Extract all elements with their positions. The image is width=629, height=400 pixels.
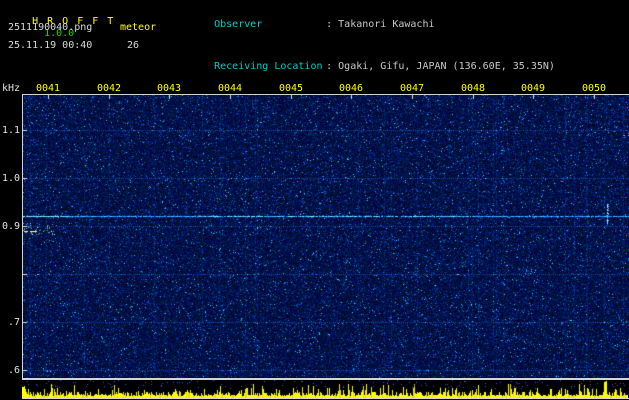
spectrogram-canvas [23,95,629,378]
info-label: Observer [214,19,263,30]
signal-level-frame [22,379,629,399]
mode-label: meteor [120,22,157,33]
info-value: : Takanori Kawachi [326,19,435,30]
datetime-line: 25.11.19 00:40 26 [0,40,178,88]
frequency-tick-label: .6 [7,365,20,376]
capture-filename: 2511190040.png [8,22,93,33]
info-row: Receiving Location: Ogaki, Gifu, JAPAN (… [178,46,555,88]
info-label: Receiving Location [214,61,323,72]
hrofft-window: H R O F F T 1.0.0 2511190040.png meteor … [0,0,629,400]
info-row: Observer : Takanori Kawachi [178,4,555,46]
frequency-tick-label: 1.1 [1,125,20,136]
frequency-tick-label: .7 [7,317,20,328]
frequency-tick-label: 1.0 [1,173,20,184]
signal-level-canvas [22,380,628,398]
spectrogram-frame [22,94,629,379]
info-value: : Ogaki, Gifu, JAPAN (136.60E, 35.35N) [326,61,555,72]
capture-datetime: 25.11.19 00:40 [8,40,93,51]
frequency-tick-label: 0.9 [1,221,20,232]
count-value: 26 [127,40,140,51]
frequency-unit-label: kHz [2,83,21,94]
